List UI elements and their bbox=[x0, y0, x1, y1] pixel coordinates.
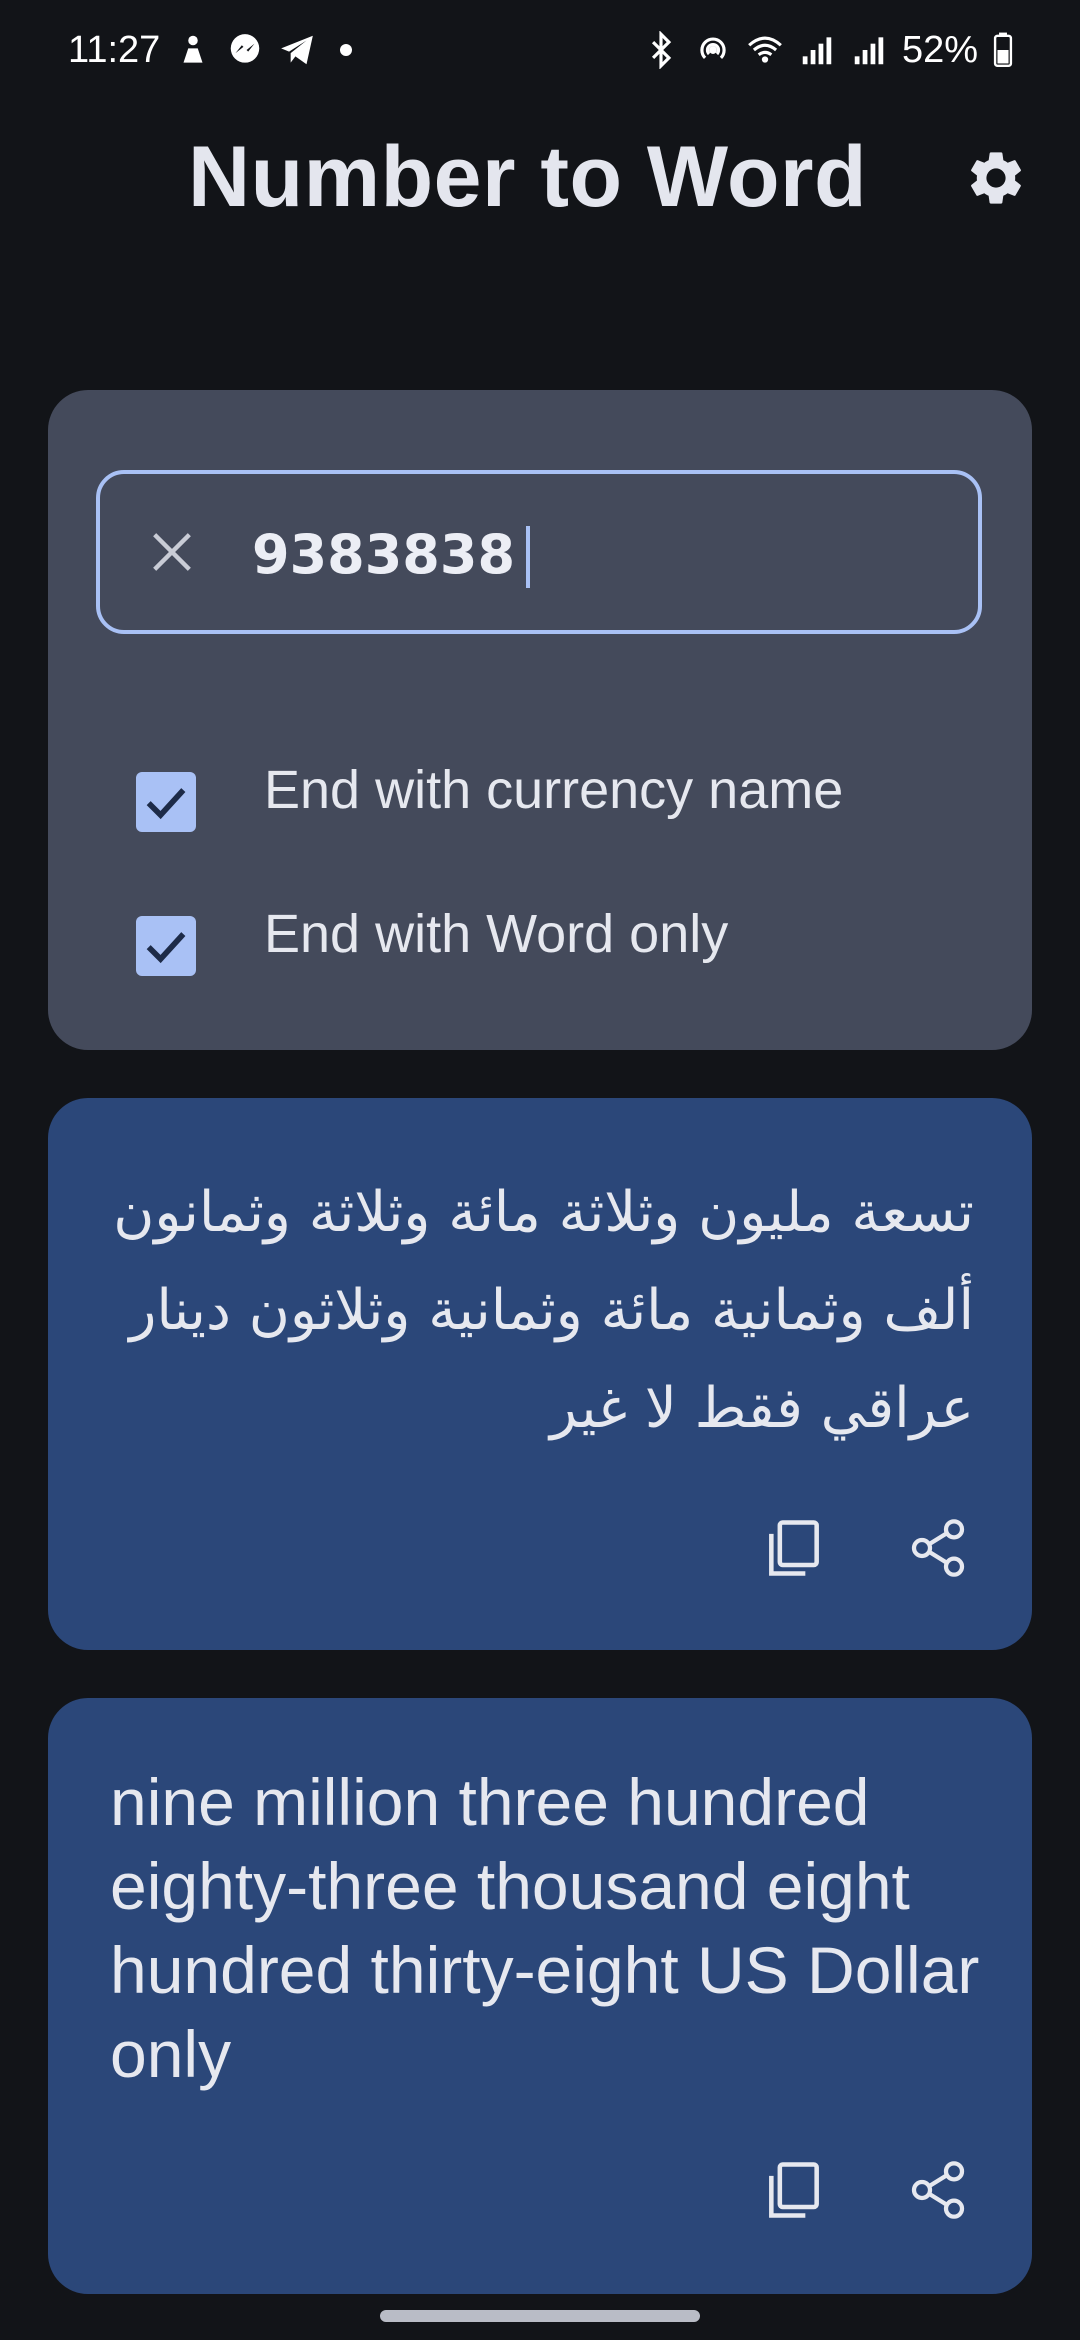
wifi-icon bbox=[746, 31, 784, 69]
status-left: 11:27 bbox=[68, 28, 353, 72]
share-button[interactable] bbox=[898, 2150, 978, 2230]
english-result-text: nine million three hundred eighty-three … bbox=[110, 1765, 980, 2091]
check-icon bbox=[146, 932, 186, 964]
number-input-field[interactable] bbox=[96, 470, 982, 634]
home-indicator[interactable] bbox=[380, 2310, 700, 2322]
arabic-result-text: تسعة مليون وثلاثة مائة وثلاثة وثمانون أل… bbox=[113, 1180, 974, 1441]
status-bar: 11:27 52% bbox=[0, 0, 1080, 100]
input-card: End with currency name End with Word onl… bbox=[48, 390, 1032, 1050]
copy-button[interactable] bbox=[754, 1508, 834, 1588]
share-icon bbox=[911, 1519, 965, 1577]
battery-icon bbox=[992, 31, 1014, 69]
close-icon bbox=[153, 533, 191, 571]
clear-button[interactable] bbox=[140, 520, 204, 584]
text-cursor bbox=[526, 526, 530, 588]
share-icon bbox=[911, 2161, 965, 2219]
signal-icon bbox=[850, 31, 888, 69]
check-icon bbox=[146, 788, 186, 820]
copy-button[interactable] bbox=[754, 2150, 834, 2230]
app-bar: Number to Word bbox=[0, 120, 1080, 240]
checkbox-currency-name[interactable] bbox=[136, 772, 196, 832]
settings-button[interactable] bbox=[962, 144, 1030, 212]
page-title: Number to Word bbox=[188, 129, 868, 225]
gear-icon bbox=[971, 152, 1021, 204]
status-time: 11:27 bbox=[68, 28, 161, 71]
option-word-only[interactable]: End with Word only bbox=[136, 894, 729, 976]
copy-icon bbox=[769, 2162, 819, 2218]
share-button[interactable] bbox=[898, 1508, 978, 1588]
copy-icon bbox=[769, 1520, 819, 1576]
bluetooth-icon bbox=[642, 31, 680, 69]
option-currency-name[interactable]: End with currency name bbox=[136, 750, 844, 832]
telegram-icon bbox=[278, 31, 316, 69]
signal-icon bbox=[798, 31, 836, 69]
status-right: 52% bbox=[642, 29, 1014, 72]
arabic-result-card: تسعة مليون وثلاثة مائة وثلاثة وثمانون أل… bbox=[48, 1098, 1032, 1650]
number-input[interactable] bbox=[252, 504, 932, 604]
messenger-icon bbox=[226, 31, 264, 69]
checkbox-word-only[interactable] bbox=[136, 916, 196, 976]
option-label: End with Word only bbox=[264, 904, 729, 964]
person-icon bbox=[174, 31, 212, 69]
english-result-card: nine million three hundred eighty-three … bbox=[48, 1698, 1032, 2294]
hotspot-icon bbox=[694, 31, 732, 69]
option-label: End with currency name bbox=[264, 760, 844, 820]
battery-percent: 52% bbox=[901, 28, 978, 71]
dot-icon bbox=[340, 44, 353, 56]
